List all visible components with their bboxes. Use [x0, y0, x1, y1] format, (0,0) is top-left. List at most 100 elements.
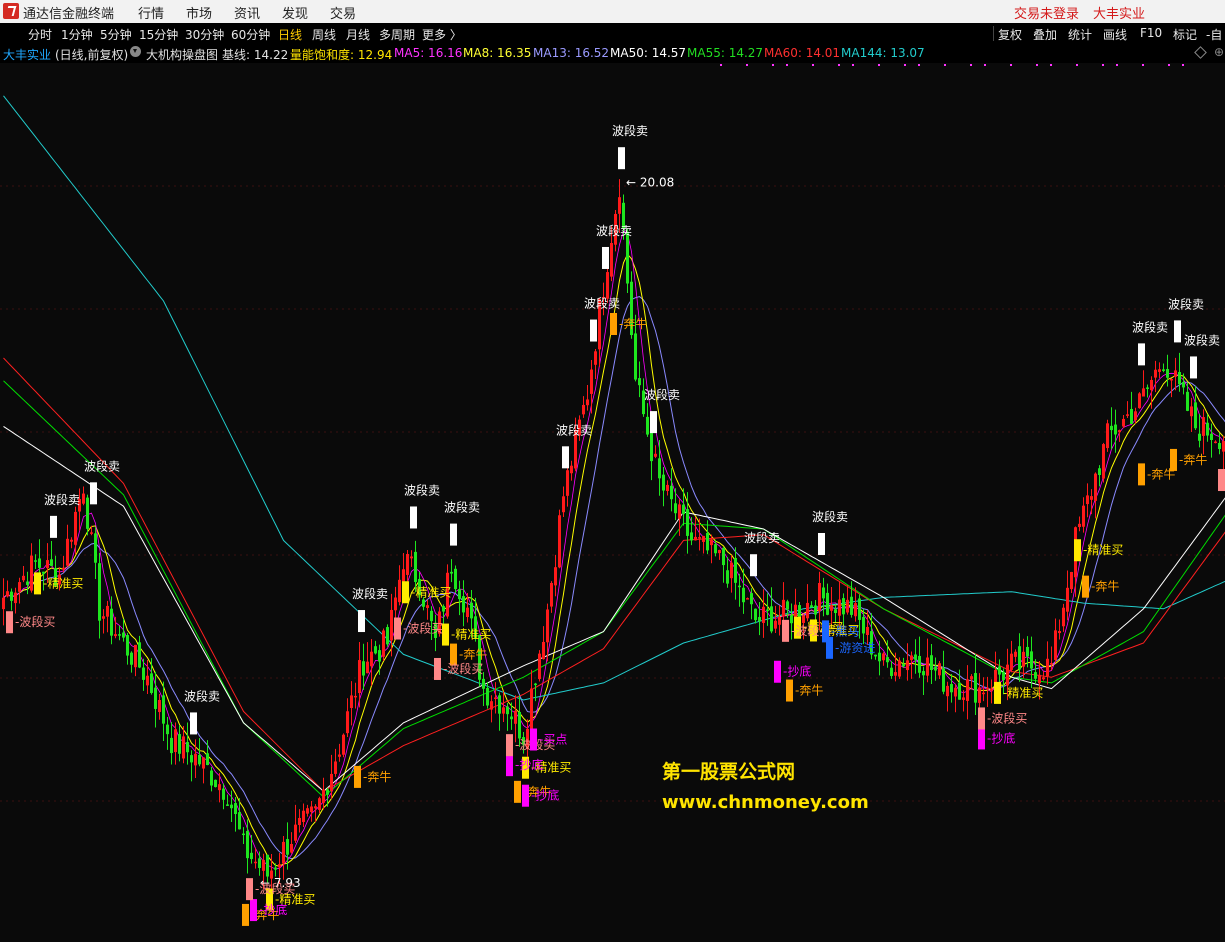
top-signal-dot [944, 64, 946, 66]
signal-label-buy: -精准买 [1083, 543, 1123, 557]
candle-body [190, 755, 193, 762]
candle-body [650, 432, 653, 461]
signal-label-bottom: -抄底 [531, 788, 559, 803]
signal-bar-sell [90, 482, 97, 504]
candle-body [162, 695, 165, 723]
signal-label-bull: -奔牛 [363, 769, 391, 784]
period-tab-1min[interactable]: 1分钟 [61, 26, 93, 43]
menu-item-market[interactable]: 市场 [186, 3, 212, 22]
price-high-label: ← 20.08 [626, 175, 674, 189]
candle-body [854, 603, 857, 616]
candle-body [1046, 659, 1049, 676]
candle-body [738, 586, 741, 588]
candle-body [570, 466, 573, 474]
candle-body [70, 540, 73, 542]
period-tab-more[interactable]: 更多 〉 [422, 26, 462, 43]
candle-body [338, 755, 341, 757]
menu-item-news[interactable]: 资讯 [234, 3, 260, 22]
tool-overlay-button[interactable]: 叠加 [1033, 26, 1057, 43]
expand-diamond-icon[interactable] [1194, 46, 1207, 59]
signal-bar-buy [34, 572, 41, 594]
candle-body [50, 559, 53, 566]
candle-body [606, 272, 609, 299]
tool-stats-button[interactable]: 统计 [1068, 26, 1092, 43]
candle-body [166, 725, 169, 735]
candle-body [82, 494, 85, 504]
candle-body [982, 693, 985, 695]
candle-body [1210, 434, 1213, 440]
period-tab-weekly[interactable]: 周线 [312, 26, 336, 43]
candle-body [842, 598, 845, 614]
period-tab-monthly[interactable]: 月线 [346, 26, 370, 43]
candle-body [626, 232, 629, 284]
candle-body [1082, 506, 1085, 527]
candle-body [710, 539, 713, 545]
candle-body [1098, 468, 1101, 475]
candle-body [914, 654, 917, 659]
signal-bar-bottom [250, 899, 257, 921]
top-signal-dot [1050, 64, 1052, 66]
candle-body [114, 634, 117, 636]
candle-body [98, 563, 101, 621]
candle-body [390, 610, 393, 640]
period-tab-intraday[interactable]: 分时 [28, 26, 52, 43]
period-tab-multi[interactable]: 多周期 [379, 26, 415, 43]
candle-body [538, 654, 541, 679]
candle-body [226, 804, 229, 806]
candle-body [886, 657, 889, 662]
candle-body [734, 558, 737, 583]
candle-body [726, 570, 729, 583]
candle-body [610, 243, 613, 277]
candle-body [126, 635, 129, 656]
scroll-right-icon[interactable]: ⊕ [1214, 45, 1224, 59]
kline-chart-svg[interactable]: ← 20.08← 7.93波段卖波段卖波段卖波段卖波段卖波段卖波段卖波段卖波段卖… [0, 63, 1225, 938]
top-signal-dot [786, 64, 788, 66]
trade-login-status[interactable]: 交易未登录 [1014, 3, 1079, 22]
signal-bar-wave_buy [978, 707, 985, 729]
candle-body [1170, 379, 1173, 381]
candle-body [690, 532, 693, 540]
candle-body [394, 598, 397, 611]
candle-body [374, 646, 377, 653]
period-tab-30min[interactable]: 30分钟 [185, 26, 224, 43]
candle-body [150, 673, 153, 693]
top-signal-dot [812, 64, 814, 66]
candle-body [554, 567, 557, 585]
candle-body [542, 642, 545, 659]
candle-body [214, 780, 217, 787]
candle-body [174, 729, 177, 752]
candle-body [706, 533, 709, 551]
tool-f10-button[interactable]: F10 [1140, 26, 1162, 40]
tool-draw-button[interactable]: 画线 [1103, 26, 1127, 43]
candle-body [230, 805, 233, 809]
tool-auto-button[interactable]: -自 [1206, 26, 1222, 43]
indicator-name[interactable]: 大机构操盘图 [146, 46, 218, 63]
period-tab-5min[interactable]: 5分钟 [100, 26, 132, 43]
candle-body [922, 671, 925, 675]
tool-mark-button[interactable]: 标记 [1173, 26, 1197, 43]
candle-body [1158, 369, 1161, 372]
candle-body [1062, 608, 1065, 627]
candle-body [586, 399, 589, 405]
kline-chart-area[interactable]: ← 20.08← 7.93波段卖波段卖波段卖波段卖波段卖波段卖波段卖波段卖波段卖… [0, 63, 1225, 938]
signal-bar-sell [562, 446, 569, 468]
watermark-url: www.chnmoney.com [662, 792, 869, 813]
chevron-down-icon[interactable] [130, 46, 141, 57]
candle-body [1134, 411, 1137, 420]
period-tab-daily[interactable]: 日线 [278, 26, 302, 43]
candle-body [118, 634, 121, 636]
tool-adjust-button[interactable]: 复权 [998, 26, 1022, 43]
candle-body [798, 605, 801, 618]
menu-item-trade[interactable]: 交易 [330, 3, 356, 22]
ma50-line [4, 426, 1225, 791]
menu-item-discover[interactable]: 发现 [282, 3, 308, 22]
signal-bar-wave_buy [506, 734, 513, 756]
candle-body [646, 417, 649, 435]
signal-bar-bottom [506, 754, 513, 776]
period-tab-60min[interactable]: 60分钟 [231, 26, 270, 43]
menu-item-quotes[interactable]: 行情 [138, 3, 164, 22]
candle-body [682, 505, 685, 514]
candle-body [26, 582, 29, 585]
period-tab-15min[interactable]: 15分钟 [139, 26, 178, 43]
signal-label-sell: 波段卖 [184, 688, 220, 703]
